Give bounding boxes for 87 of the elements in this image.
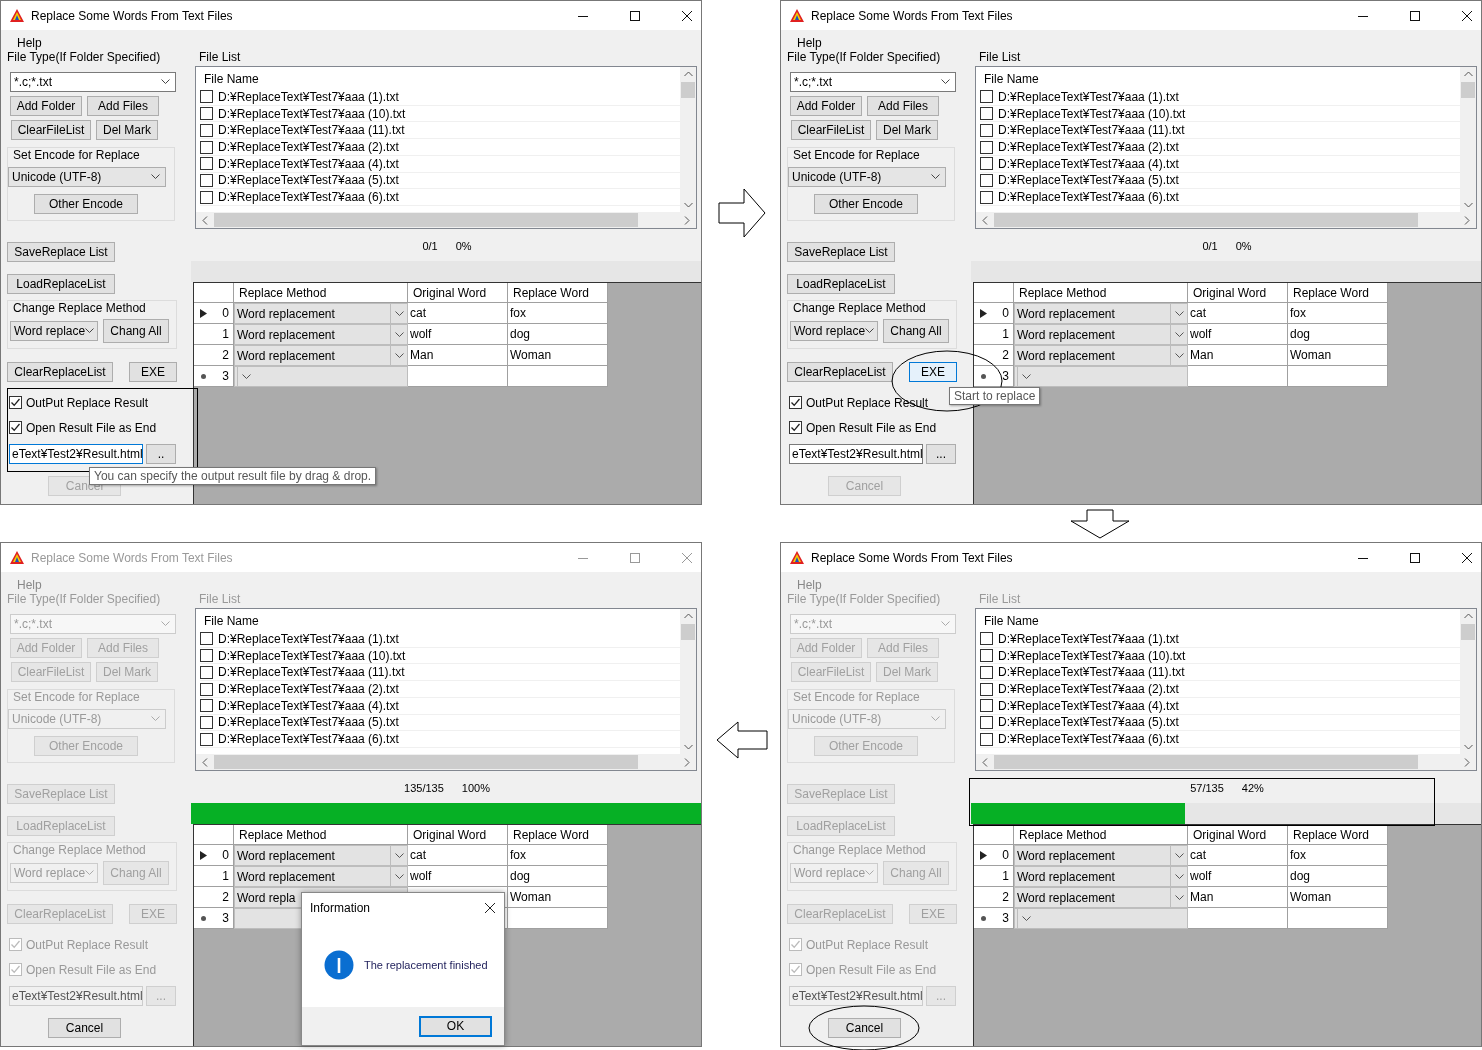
column-header: File Name bbox=[983, 613, 1039, 630]
table-cell: dog bbox=[1288, 866, 1388, 887]
table-cell: wolf bbox=[1188, 866, 1288, 887]
group-label: File Type(If Folder Specified) bbox=[787, 50, 941, 64]
row-index: 3 bbox=[222, 911, 229, 925]
table-cell: Woman bbox=[508, 345, 608, 366]
row-index: 1 bbox=[1002, 869, 1009, 883]
table-cell: cat bbox=[1188, 303, 1288, 324]
tooltip: You can specify the output result file by drag & drop. bbox=[89, 467, 377, 485]
column-header: Replace Word bbox=[508, 283, 608, 303]
table-cell: Man bbox=[1188, 887, 1288, 908]
group-label: Change Replace Method bbox=[13, 301, 146, 315]
row-index: 1 bbox=[222, 327, 229, 341]
group-label: Change Replace Method bbox=[793, 843, 926, 857]
row-index: 0 bbox=[222, 848, 229, 862]
group-label: File List bbox=[199, 50, 242, 64]
group-label: Set Encode for Replace bbox=[793, 690, 920, 704]
group-label: File Type(If Folder Specified) bbox=[787, 592, 941, 606]
table-cell: cat bbox=[408, 303, 508, 324]
row-index: 2 bbox=[222, 890, 229, 904]
progress-percent: 100% bbox=[461, 782, 490, 794]
tooltip: Start to replace bbox=[949, 387, 1041, 405]
group-label: File Type(If Folder Specified) bbox=[7, 50, 161, 64]
table-cell: wolf bbox=[408, 866, 508, 887]
table-cell: cat bbox=[1188, 845, 1288, 866]
column-header: File Name bbox=[983, 71, 1039, 88]
table-cell: cat bbox=[408, 845, 508, 866]
column-header: Replace Method bbox=[1014, 283, 1188, 303]
table-cell: Man bbox=[408, 345, 508, 366]
row-index: 3 bbox=[1002, 369, 1009, 383]
window-title: Replace Some Words From Text Files bbox=[811, 8, 1013, 23]
group-label: Set Encode for Replace bbox=[13, 148, 140, 162]
row-index: 2 bbox=[1002, 348, 1009, 362]
column-header: Original Word bbox=[408, 825, 508, 845]
column-header: Replace Method bbox=[1014, 825, 1188, 845]
column-header: Replace Method bbox=[234, 283, 408, 303]
table-cell: fox bbox=[508, 303, 608, 324]
dialog-message: The replacement finished bbox=[364, 959, 488, 971]
progress-percent: 0% bbox=[455, 240, 472, 252]
group-label: File Type(If Folder Specified) bbox=[7, 592, 161, 606]
row-index: 2 bbox=[1002, 890, 1009, 904]
progress-count: 57/135 bbox=[1190, 782, 1224, 794]
column-header: Replace Word bbox=[1288, 283, 1388, 303]
group-label: Set Encode for Replace bbox=[793, 148, 920, 162]
progress-percent: 42% bbox=[1241, 782, 1264, 794]
table-cell: fox bbox=[508, 845, 608, 866]
column-header: Original Word bbox=[1188, 283, 1288, 303]
group-label: File List bbox=[199, 592, 242, 606]
group-label: Change Replace Method bbox=[13, 843, 146, 857]
column-header: Original Word bbox=[408, 283, 508, 303]
table-cell: Man bbox=[1188, 345, 1288, 366]
table-cell: wolf bbox=[408, 324, 508, 345]
row-index: 0 bbox=[1002, 306, 1009, 320]
column-header: Replace Word bbox=[508, 825, 608, 845]
progress-count: 0/1 bbox=[422, 240, 438, 252]
group-label: File List bbox=[979, 592, 1022, 606]
table-cell: Woman bbox=[1288, 887, 1388, 908]
table-cell: wolf bbox=[1188, 324, 1288, 345]
dialog-title: Information bbox=[310, 901, 371, 915]
progress-count: 0/1 bbox=[1202, 240, 1218, 252]
column-header: Original Word bbox=[1188, 825, 1288, 845]
table-cell: dog bbox=[508, 324, 608, 345]
table-cell: fox bbox=[1288, 303, 1388, 324]
table-cell: dog bbox=[1288, 324, 1388, 345]
table-cell: Woman bbox=[1288, 345, 1388, 366]
row-index: 1 bbox=[222, 869, 229, 883]
row-index: 0 bbox=[1002, 848, 1009, 862]
table-cell: fox bbox=[1288, 845, 1388, 866]
row-index: 3 bbox=[1002, 911, 1009, 925]
row-index: 3 bbox=[222, 369, 229, 383]
group-label: Change Replace Method bbox=[793, 301, 926, 315]
row-index: 1 bbox=[1002, 327, 1009, 341]
table-cell: Woman bbox=[508, 887, 608, 908]
column-header: Replace Word bbox=[1288, 825, 1388, 845]
group-label: File List bbox=[979, 50, 1022, 64]
progress-percent: 0% bbox=[1235, 240, 1252, 252]
window-title: Replace Some Words From Text Files bbox=[31, 550, 233, 565]
table-cell: dog bbox=[508, 866, 608, 887]
column-header: File Name bbox=[203, 613, 259, 630]
column-header: File Name bbox=[203, 71, 259, 88]
window-title: Replace Some Words From Text Files bbox=[811, 550, 1013, 565]
window-title: Replace Some Words From Text Files bbox=[31, 8, 233, 23]
progress-count: 135/135 bbox=[404, 782, 444, 794]
row-index: 0 bbox=[222, 306, 229, 320]
group-label: Set Encode for Replace bbox=[13, 690, 140, 704]
column-header: Replace Method bbox=[234, 825, 408, 845]
row-index: 2 bbox=[222, 348, 229, 362]
